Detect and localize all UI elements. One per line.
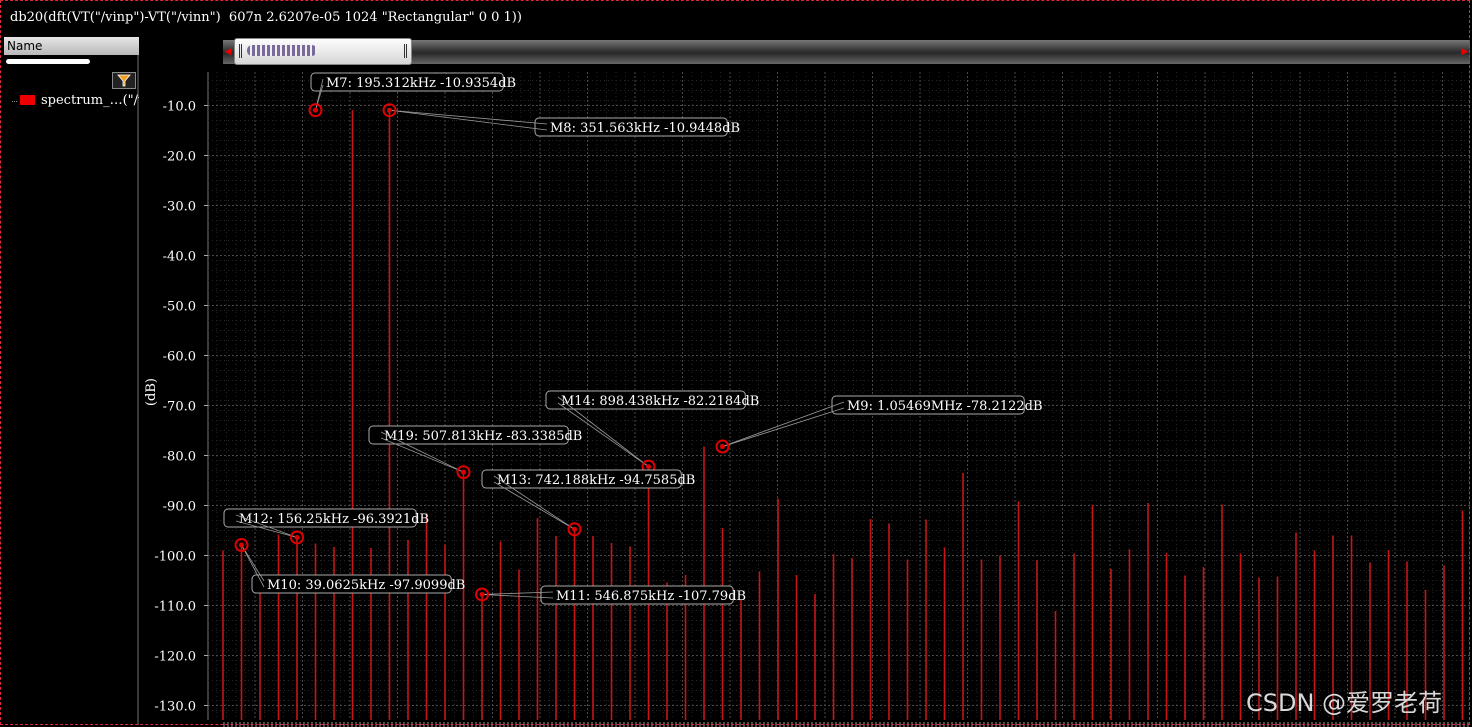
- marker-m9[interactable]: M9: 1.05469MHz -78.2122dB: [715, 395, 1043, 454]
- marker-label-text: M14: 898.438kHz -82.2184dB: [561, 394, 759, 409]
- marker-label-text: M10: 39.0625kHz -97.9099dB: [267, 578, 465, 593]
- y-tick-label: -30.0: [163, 200, 196, 215]
- y-axis: -10.0 -20.0 -30.0 -40.0 -50.0 -60.0 -70.0 -80.0…: [154, 100, 1469, 727]
- marker-dot: [313, 107, 318, 113]
- marker-label-text: M11: 546.875kHz -107.79dB: [556, 589, 746, 604]
- y-tick-label: -100.0: [154, 550, 196, 565]
- marker-label-text: M7: 195.312kHz -10.9354dB: [326, 76, 516, 91]
- marker-dot: [646, 464, 652, 470]
- y-tick-label: -50.0: [163, 300, 196, 315]
- marker-label-text: M12: 156.25kHz -96.3921dB: [239, 512, 429, 527]
- y-tick-label: -130.0: [154, 700, 196, 715]
- spectrum-plot[interactable]: -10.0 -20.0 -30.0 -40.0 -50.0 -60.0 -70.0 -80.0…: [0, 0, 1472, 727]
- marker-label-text: M9: 1.05469MHz -78.2122dB: [847, 399, 1043, 414]
- marker-m10[interactable]: M10: 39.0625kHz -97.9099dB: [234, 538, 466, 594]
- marker-leader: [389, 109, 548, 131]
- marker-dot: [294, 534, 300, 540]
- marker-dot: [572, 526, 578, 532]
- y-tick-label: -70.0: [163, 400, 196, 415]
- y-tick-label: -20.0: [163, 150, 196, 165]
- spectrum-bars: [222, 110, 1464, 720]
- y-tick-label: -40.0: [163, 250, 196, 265]
- marker-dot: [461, 469, 467, 475]
- marker-m7[interactable]: M7: 195.312kHz -10.9354dB: [308, 72, 517, 118]
- marker-dot: [387, 107, 393, 113]
- marker-label-text: M13: 742.188kHz -94.7585dB: [497, 473, 695, 488]
- y-tick-label: -10.0: [163, 100, 196, 115]
- y-tick-label: -60.0: [163, 350, 196, 365]
- marker-dot: [479, 591, 485, 597]
- y-axis-label: (dB): [144, 378, 159, 406]
- watermark: CSDN @爱罗老荷: [1246, 689, 1443, 717]
- marker-label-text: M19: 507.813kHz -83.3385dB: [384, 429, 582, 444]
- y-tick-label: -80.0: [163, 450, 196, 465]
- marker-m12[interactable]: M12: 156.25kHz -96.3921dB: [223, 508, 429, 545]
- y-tick-label: -120.0: [154, 650, 196, 665]
- y-tick-label: -90.0: [163, 500, 196, 515]
- marker-leader: [389, 109, 548, 125]
- marker-leader: [722, 407, 845, 447]
- marker-m13[interactable]: M13: 742.188kHz -94.7585dB: [481, 469, 695, 537]
- marker-m11[interactable]: M11: 546.875kHz -107.79dB: [475, 585, 746, 605]
- marker-dot: [720, 444, 726, 450]
- y-tick-label: -110.0: [154, 600, 196, 615]
- marker-label-text: M8: 351.563kHz -10.9448dB: [550, 121, 740, 136]
- marker-dot: [239, 542, 245, 548]
- marker-leader: [493, 481, 575, 530]
